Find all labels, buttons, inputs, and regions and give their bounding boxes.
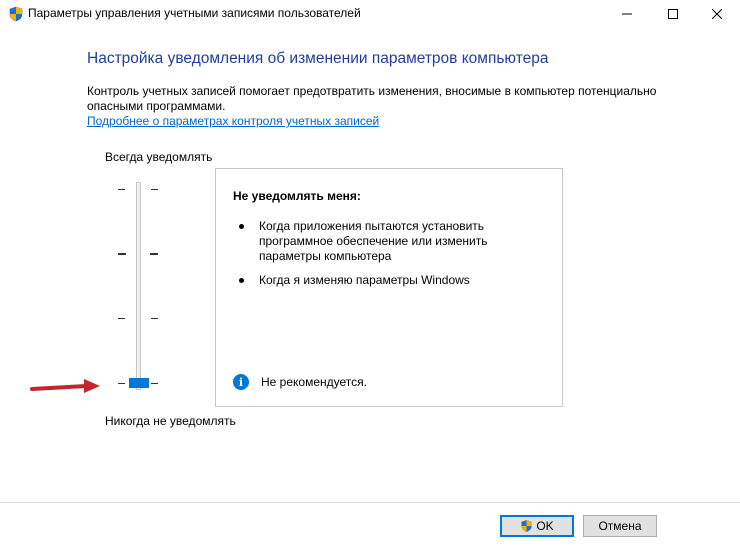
slider-tick: [151, 189, 158, 190]
uac-shield-icon: [521, 520, 532, 532]
window-title: Параметры управления учетными записями п…: [28, 6, 361, 20]
slider-label-always: Всегда уведомлять: [105, 150, 213, 164]
setting-description-panel: Не уведомлять меня: Когда приложения пыт…: [215, 168, 563, 407]
list-item: Когда я изменяю параметры Windows: [233, 273, 533, 288]
slider-tick: [150, 253, 158, 255]
panel-title: Не уведомлять меня:: [233, 189, 361, 203]
ok-button[interactable]: OK: [500, 515, 574, 537]
close-button[interactable]: [694, 0, 740, 28]
ok-button-label: OK: [536, 519, 554, 533]
slider-tick: [151, 318, 158, 319]
slider-tick: [151, 383, 158, 384]
list-item-text: Когда приложения пытаются установить про…: [259, 219, 488, 263]
slider-tick: [118, 318, 125, 319]
description-text: Контроль учетных записей помогает предот…: [87, 84, 657, 113]
recommendation-note: i Не рекомендуется.: [233, 374, 367, 390]
slider-tick: [118, 189, 125, 190]
red-arrow-icon: [30, 379, 100, 393]
slider-tick: [118, 383, 125, 384]
list-item: Когда приложения пытаются установить про…: [233, 219, 533, 264]
learn-more-link[interactable]: Подробнее о параметрах контроля учетных …: [87, 114, 379, 128]
bullet-icon: [239, 224, 244, 229]
panel-bullet-list: Когда приложения пытаются установить про…: [233, 219, 533, 297]
slider-thumb[interactable]: [129, 378, 149, 388]
maximize-icon: [668, 9, 678, 19]
bullet-icon: [239, 278, 244, 283]
list-item-text: Когда я изменяю параметры Windows: [259, 273, 470, 287]
uac-shield-icon: [9, 6, 23, 22]
cancel-button-label: Отмена: [598, 519, 642, 533]
maximize-button[interactable]: [650, 0, 696, 28]
slider-track[interactable]: [136, 182, 141, 390]
close-icon: [712, 9, 722, 19]
recommendation-text: Не рекомендуется.: [261, 375, 367, 389]
info-icon: i: [233, 374, 249, 390]
notification-level-slider[interactable]: [112, 176, 166, 398]
minimize-button[interactable]: [604, 0, 650, 28]
page-heading: Настройка уведомления об изменении парам…: [87, 50, 549, 67]
slider-label-never: Никогда не уведомлять: [105, 414, 236, 428]
slider-tick: [118, 253, 126, 255]
title-bar: Параметры управления учетными записями п…: [0, 0, 740, 28]
cancel-button[interactable]: Отмена: [583, 515, 657, 537]
minimize-icon: [622, 13, 632, 15]
